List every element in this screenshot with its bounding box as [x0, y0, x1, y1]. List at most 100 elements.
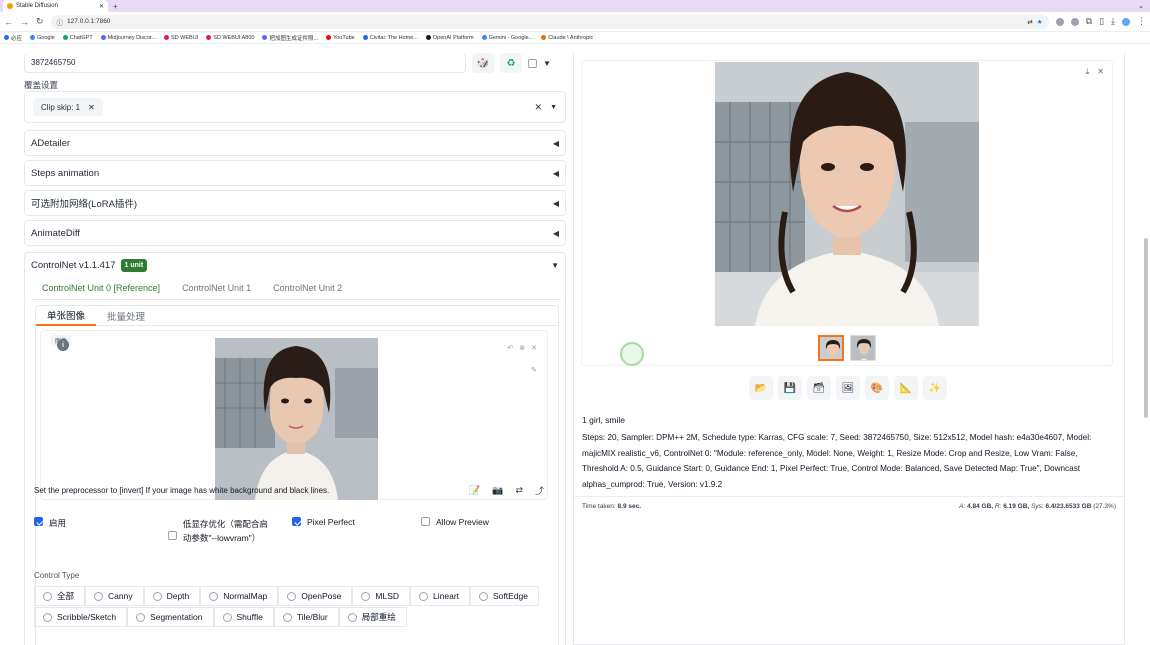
bookmark-star-icon[interactable]: ★: [1037, 18, 1043, 26]
download-icon[interactable]: ⤓: [1111, 16, 1115, 27]
reload-icon[interactable]: ↻: [36, 16, 44, 27]
bookmark-item[interactable]: Google: [30, 35, 55, 41]
pixel-perfect-option[interactable]: Pixel Perfect: [292, 517, 355, 527]
expand-arrow-icon[interactable]: ▼: [551, 261, 559, 270]
scrollbar-thumb[interactable]: [1144, 238, 1148, 418]
translate-icon[interactable]: ⇄: [1027, 18, 1032, 26]
image-upload-area[interactable]: 图像 i: [40, 330, 548, 500]
bookmark-item[interactable]: YouTube: [326, 35, 355, 41]
chevron-down-icon[interactable]: ▼: [550, 104, 557, 111]
bookmark-item[interactable]: Gemini - Google...: [481, 35, 533, 41]
accordion-adetailer[interactable]: ADetailer ◀: [24, 130, 566, 156]
bookmark-item[interactable]: 把加图生成证件照...: [262, 34, 318, 42]
control-type-option[interactable]: SoftEdge: [470, 586, 539, 606]
control-type-option[interactable]: Lineart: [410, 586, 471, 606]
generated-image[interactable]: [715, 62, 979, 326]
extra-seed-toggle-icon[interactable]: ▼: [543, 59, 551, 68]
control-type-option[interactable]: Shuffle: [213, 607, 274, 627]
send-to-img2img-icon[interactable]: 🖼: [836, 376, 860, 400]
send-to-extras-icon[interactable]: 📐: [894, 376, 918, 400]
reset-icon[interactable]: ⊗: [519, 344, 525, 352]
control-type-option[interactable]: NormalMap: [200, 586, 279, 606]
mirror-icon[interactable]: ⇄: [515, 485, 523, 496]
address-bar[interactable]: ⓘ 127.0.0.1:7860 ⇄ ★: [50, 14, 1049, 29]
back-icon[interactable]: ←: [4, 17, 13, 27]
control-type-option[interactable]: 局部重绘: [338, 607, 407, 627]
remove-chip-icon[interactable]: ✕: [88, 103, 95, 112]
input-mode-tabs: 单张图像 批量处理: [36, 306, 558, 326]
page-scrollbar[interactable]: [1125, 53, 1150, 645]
bookmark-item[interactable]: ChatGPT: [62, 35, 93, 41]
extension-icon[interactable]: [1070, 17, 1079, 26]
controlnet-header[interactable]: ControlNet v1.1.417 1 unit ▼: [25, 253, 565, 277]
tab-unit-1[interactable]: ControlNet Unit 1: [171, 280, 262, 299]
sidepanel-icon[interactable]: ▯: [1099, 16, 1104, 27]
reuse-seed-recycle-icon[interactable]: ♻: [500, 53, 522, 73]
download-icon[interactable]: ⤓: [1086, 67, 1090, 77]
allow-preview-option[interactable]: Allow Preview: [421, 517, 489, 527]
open-canvas-icon[interactable]: 📝: [469, 485, 480, 496]
site-info-icon[interactable]: ⓘ: [57, 17, 64, 27]
seed-input[interactable]: 3872465750: [24, 53, 466, 73]
enable-option[interactable]: 启用: [34, 517, 66, 529]
lowvram-checkbox[interactable]: [168, 531, 177, 540]
tab-search-icon[interactable]: ⌄: [1138, 2, 1144, 10]
new-tab-button[interactable]: +: [113, 2, 118, 11]
bookmark-item[interactable]: 必应: [4, 34, 22, 42]
zip-icon[interactable]: 🗃: [807, 376, 831, 400]
control-type-option[interactable]: Depth: [143, 586, 201, 606]
tab-unit-0[interactable]: ControlNet Unit 0 [Reference]: [31, 280, 171, 299]
override-settings-dropdown[interactable]: Clip skip: 1 ✕ ✕ ▼: [24, 91, 566, 123]
undo-icon[interactable]: ↶: [507, 344, 513, 352]
bookmark-item[interactable]: SD WEBUI A800: [206, 35, 254, 41]
bookmark-item[interactable]: Midjourney Discor...: [100, 35, 156, 41]
bookmark-item[interactable]: Claude \ Anthropic: [541, 35, 593, 41]
accordion-animatediff[interactable]: AnimateDiff ◀: [24, 220, 566, 246]
forward-icon[interactable]: →: [20, 17, 29, 27]
control-type-radios: 全部 Canny Depth NormalMap OpenPose MLSD L…: [34, 586, 564, 628]
lowvram-option[interactable]: 低显存优化（需配合启动参数"--lowvram"）: [168, 517, 268, 545]
thumbnail-1[interactable]: [818, 335, 844, 361]
tab-unit-2[interactable]: ControlNet Unit 2: [262, 280, 353, 299]
radio-label: Shuffle: [236, 612, 263, 622]
tab-single-image[interactable]: 单张图像: [36, 306, 97, 326]
control-type-option[interactable]: Scribble/Sketch: [34, 607, 128, 627]
allow-preview-checkbox[interactable]: [421, 517, 430, 526]
extension-icon[interactable]: [1055, 17, 1064, 26]
accordion-lora[interactable]: 可选附加网络(LoRA插件) ◀: [24, 190, 566, 216]
close-tab-icon[interactable]: ✕: [99, 3, 104, 10]
profile-avatar[interactable]: [1122, 17, 1130, 26]
extensions-puzzle-icon[interactable]: ⧉: [1086, 16, 1092, 27]
webcam-icon[interactable]: 📷: [492, 485, 503, 496]
thumbnail-2[interactable]: [850, 335, 876, 361]
pixel-perfect-checkbox[interactable]: [292, 517, 301, 526]
control-type-option[interactable]: 全部: [34, 586, 86, 606]
tab-batch[interactable]: 批量处理: [96, 309, 156, 323]
close-icon[interactable]: ✕: [1097, 67, 1104, 77]
enable-checkbox[interactable]: [34, 517, 43, 526]
send-dimensions-icon[interactable]: ⤴: [535, 484, 544, 497]
bookmark-item[interactable]: Civitai: The Home...: [362, 35, 418, 41]
close-icon[interactable]: ✕: [531, 344, 537, 352]
random-seed-dice-icon[interactable]: 🎲: [472, 53, 494, 73]
browser-tab[interactable]: Stable Diffusion ✕: [3, 0, 108, 12]
open-folder-icon[interactable]: 📂: [749, 376, 773, 400]
upscale-sparkle-icon[interactable]: ✨: [923, 376, 947, 400]
clear-icon[interactable]: ✕: [535, 102, 543, 113]
control-type-option[interactable]: Canny: [85, 586, 144, 606]
control-type-option[interactable]: OpenPose: [278, 586, 353, 606]
pixel-perfect-label: Pixel Perfect: [307, 517, 355, 527]
bookmark-item[interactable]: OpenAI Platform: [425, 35, 474, 41]
control-type-option[interactable]: Segmentation: [127, 607, 214, 627]
accordion-steps-animation[interactable]: Steps animation ◀: [24, 160, 566, 186]
send-to-inpaint-icon[interactable]: 🎨: [865, 376, 889, 400]
override-settings-label: 覆盖设置: [24, 80, 59, 90]
menu-icon[interactable]: ⋮: [1137, 16, 1146, 27]
edit-pencil-icon[interactable]: ✎: [531, 366, 537, 374]
save-icon[interactable]: 💾: [778, 376, 802, 400]
control-type-option[interactable]: MLSD: [352, 586, 411, 606]
info-icon[interactable]: i: [57, 339, 69, 351]
extra-seed-checkbox[interactable]: [528, 58, 537, 68]
control-type-option[interactable]: Tile/Blur: [273, 607, 339, 627]
bookmark-item[interactable]: SD WEBUI: [164, 35, 198, 41]
